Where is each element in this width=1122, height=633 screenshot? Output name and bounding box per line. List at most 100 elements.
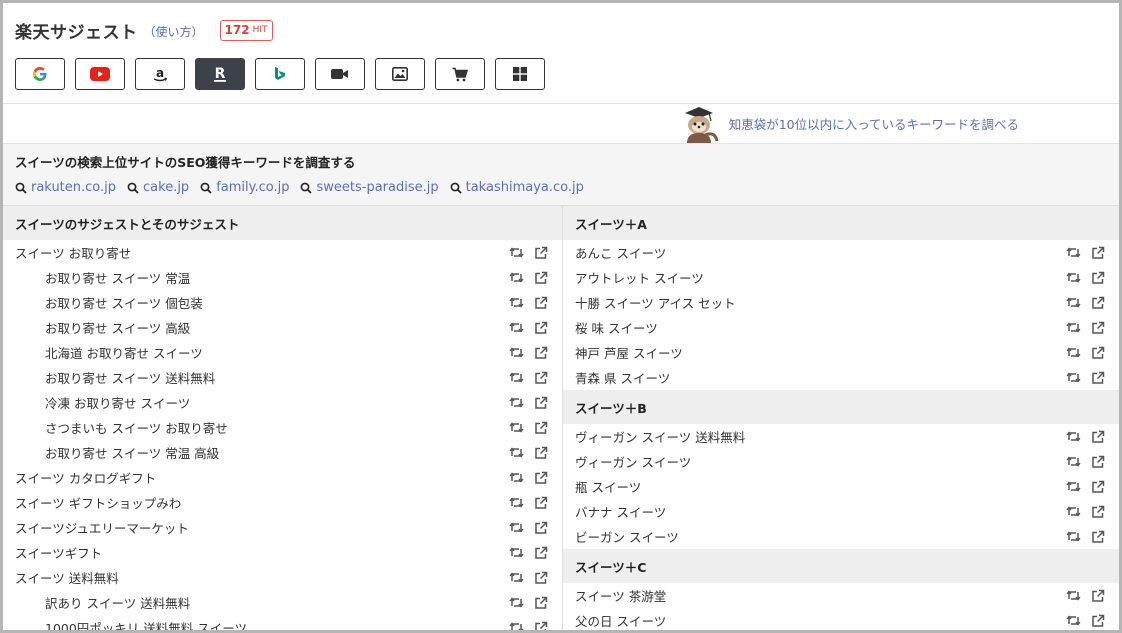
suggest-keyword[interactable]: 父の日 スイーツ — [575, 611, 666, 630]
open-external-button[interactable] — [534, 446, 548, 460]
resuggest-button[interactable] — [509, 471, 524, 484]
suggest-keyword[interactable]: 北海道 お取り寄せ スイーツ — [45, 343, 203, 362]
suggest-keyword[interactable]: お取り寄せ スイーツ 送料無料 — [45, 368, 215, 387]
suggest-keyword[interactable]: スイーツ カタログギフト — [15, 468, 156, 487]
suggest-keyword[interactable]: スイーツギフト — [15, 543, 102, 562]
suggest-keyword[interactable]: お取り寄せ スイーツ 常温 — [45, 268, 190, 287]
windows-button[interactable] — [495, 58, 545, 90]
resuggest-button[interactable] — [509, 346, 524, 359]
suggest-keyword[interactable]: さつまいも スイーツ お取り寄せ — [45, 418, 228, 437]
suggest-keyword[interactable]: お取り寄せ スイーツ 高級 — [45, 318, 190, 337]
suggest-keyword[interactable]: スイーツ 茶游堂 — [575, 586, 666, 605]
suggest-keyword[interactable]: 十勝 スイーツ アイス セット — [575, 293, 736, 312]
resuggest-button[interactable] — [509, 296, 524, 309]
suggest-keyword[interactable]: スイーツ 送料無料 — [15, 568, 119, 587]
open-external-button[interactable] — [1091, 271, 1105, 285]
suggest-keyword[interactable]: ビーガン スイーツ — [575, 527, 679, 546]
open-external-button[interactable] — [1091, 246, 1105, 260]
resuggest-button[interactable] — [509, 521, 524, 534]
open-external-button[interactable] — [534, 321, 548, 335]
resuggest-button[interactable] — [1066, 371, 1081, 384]
open-external-button[interactable] — [1091, 371, 1105, 385]
seo-site-link[interactable]: rakuten.co.jp — [15, 180, 116, 195]
resuggest-button[interactable] — [509, 371, 524, 384]
amazon-button[interactable]: a — [135, 58, 185, 90]
open-external-button[interactable] — [534, 396, 548, 410]
open-external-button[interactable] — [1091, 530, 1105, 544]
open-external-button[interactable] — [1091, 321, 1105, 335]
suggest-keyword[interactable]: ヴィーガン スイーツ 送料無料 — [575, 427, 745, 446]
youtube-button[interactable] — [75, 58, 125, 90]
video-button[interactable] — [315, 58, 365, 90]
resuggest-button[interactable] — [1066, 346, 1081, 359]
resuggest-button[interactable] — [1066, 430, 1081, 443]
usage-link[interactable]: （使い方） — [144, 23, 204, 40]
suggest-keyword[interactable]: 神戸 芦屋 スイーツ — [575, 343, 683, 362]
suggest-keyword[interactable]: スイーツ お取り寄せ — [15, 243, 131, 262]
resuggest-button[interactable] — [509, 596, 524, 609]
resuggest-button[interactable] — [509, 271, 524, 284]
resuggest-button[interactable] — [1066, 271, 1081, 284]
open-external-button[interactable] — [534, 546, 548, 560]
suggest-keyword[interactable]: アウトレット スイーツ — [575, 268, 704, 287]
seo-site-link[interactable]: cake.jp — [127, 180, 189, 195]
resuggest-button[interactable] — [1066, 505, 1081, 518]
open-external-button[interactable] — [1091, 589, 1105, 603]
suggest-keyword[interactable]: お取り寄せ スイーツ 個包装 — [45, 293, 203, 312]
resuggest-button[interactable] — [1066, 480, 1081, 493]
resuggest-button[interactable] — [509, 571, 524, 584]
seo-site-link[interactable]: sweets-paradise.jp — [300, 180, 439, 195]
open-external-button[interactable] — [534, 371, 548, 385]
suggest-keyword[interactable]: 訳あり スイーツ 送料無料 — [45, 593, 190, 612]
open-external-button[interactable] — [534, 521, 548, 535]
open-external-button[interactable] — [1091, 480, 1105, 494]
open-external-button[interactable] — [534, 496, 548, 510]
suggest-keyword[interactable]: ヴィーガン スイーツ — [575, 452, 691, 471]
resuggest-button[interactable] — [1066, 530, 1081, 543]
open-external-button[interactable] — [1091, 455, 1105, 469]
resuggest-button[interactable] — [1066, 246, 1081, 259]
seo-site-link[interactable]: takashimaya.co.jp — [450, 180, 584, 195]
open-external-button[interactable] — [1091, 505, 1105, 519]
resuggest-button[interactable] — [509, 421, 524, 434]
open-external-button[interactable] — [534, 621, 548, 630]
resuggest-button[interactable] — [1066, 321, 1081, 334]
resuggest-button[interactable] — [1066, 589, 1081, 602]
resuggest-button[interactable] — [1066, 296, 1081, 309]
suggest-keyword[interactable]: スイーツジュエリーマーケット — [15, 518, 189, 537]
shopping-button[interactable] — [435, 58, 485, 90]
suggest-keyword[interactable]: スイーツ ギフトショップみわ — [15, 493, 181, 512]
resuggest-button[interactable] — [509, 246, 524, 259]
resuggest-button[interactable] — [509, 496, 524, 509]
rakuten-button[interactable]: R — [195, 58, 245, 90]
chiebukuro-link[interactable]: 知恵袋が10位以内に入っているキーワードを調べる — [729, 114, 1019, 133]
resuggest-button[interactable] — [509, 446, 524, 459]
open-external-button[interactable] — [534, 596, 548, 610]
open-external-button[interactable] — [534, 471, 548, 485]
open-external-button[interactable] — [534, 571, 548, 585]
suggest-keyword[interactable]: バナナ スイーツ — [575, 502, 666, 521]
resuggest-button[interactable] — [509, 396, 524, 409]
resuggest-button[interactable] — [509, 621, 524, 630]
suggest-keyword[interactable]: あんこ スイーツ — [575, 243, 666, 262]
open-external-button[interactable] — [534, 271, 548, 285]
suggest-keyword[interactable]: 冷凍 お取り寄せ スイーツ — [45, 393, 190, 412]
bing-button[interactable] — [255, 58, 305, 90]
open-external-button[interactable] — [534, 296, 548, 310]
open-external-button[interactable] — [1091, 346, 1105, 360]
open-external-button[interactable] — [1091, 296, 1105, 310]
open-external-button[interactable] — [534, 246, 548, 260]
open-external-button[interactable] — [534, 346, 548, 360]
google-button[interactable] — [15, 58, 65, 90]
suggest-keyword[interactable]: 桜 味 スイーツ — [575, 318, 658, 337]
suggest-keyword[interactable]: 1000円ポッキリ 送料無料 スイーツ — [45, 618, 247, 630]
open-external-button[interactable] — [1091, 614, 1105, 628]
suggest-keyword[interactable]: 瓶 スイーツ — [575, 477, 641, 496]
image-button[interactable] — [375, 58, 425, 90]
resuggest-button[interactable] — [1066, 614, 1081, 627]
suggest-keyword[interactable]: お取り寄せ スイーツ 常温 高級 — [45, 443, 219, 462]
resuggest-button[interactable] — [509, 546, 524, 559]
resuggest-button[interactable] — [509, 321, 524, 334]
seo-site-link[interactable]: family.co.jp — [200, 180, 289, 195]
resuggest-button[interactable] — [1066, 455, 1081, 468]
